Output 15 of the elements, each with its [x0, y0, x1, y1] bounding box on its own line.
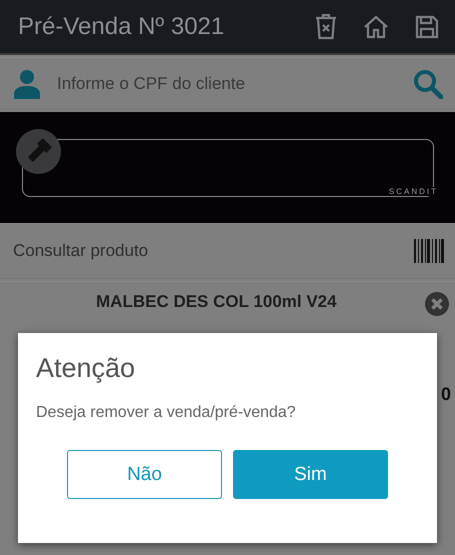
- home-icon[interactable]: [363, 14, 389, 38]
- product-name: MALBEC DES COL 100ml V24: [96, 292, 337, 312]
- cancel-button[interactable]: Não: [67, 450, 222, 499]
- save-icon[interactable]: [415, 14, 439, 38]
- dialog-message: Deseja remover a venda/pré-venda?: [36, 404, 297, 422]
- quantity-value: 0: [440, 384, 451, 405]
- page-title: Pré-Venda Nº 3021: [18, 12, 224, 40]
- remove-icon[interactable]: [425, 292, 449, 316]
- product-search-field[interactable]: Consultar produto: [11, 240, 414, 262]
- delete-icon[interactable]: [315, 14, 337, 40]
- dialog-title: Atenção: [36, 353, 136, 384]
- barcode-icon[interactable]: [414, 239, 444, 263]
- confirm-button[interactable]: Sim: [233, 450, 388, 499]
- customer-cpf-field[interactable]: Informe o CPF do cliente: [55, 72, 399, 94]
- person-icon: [13, 68, 41, 98]
